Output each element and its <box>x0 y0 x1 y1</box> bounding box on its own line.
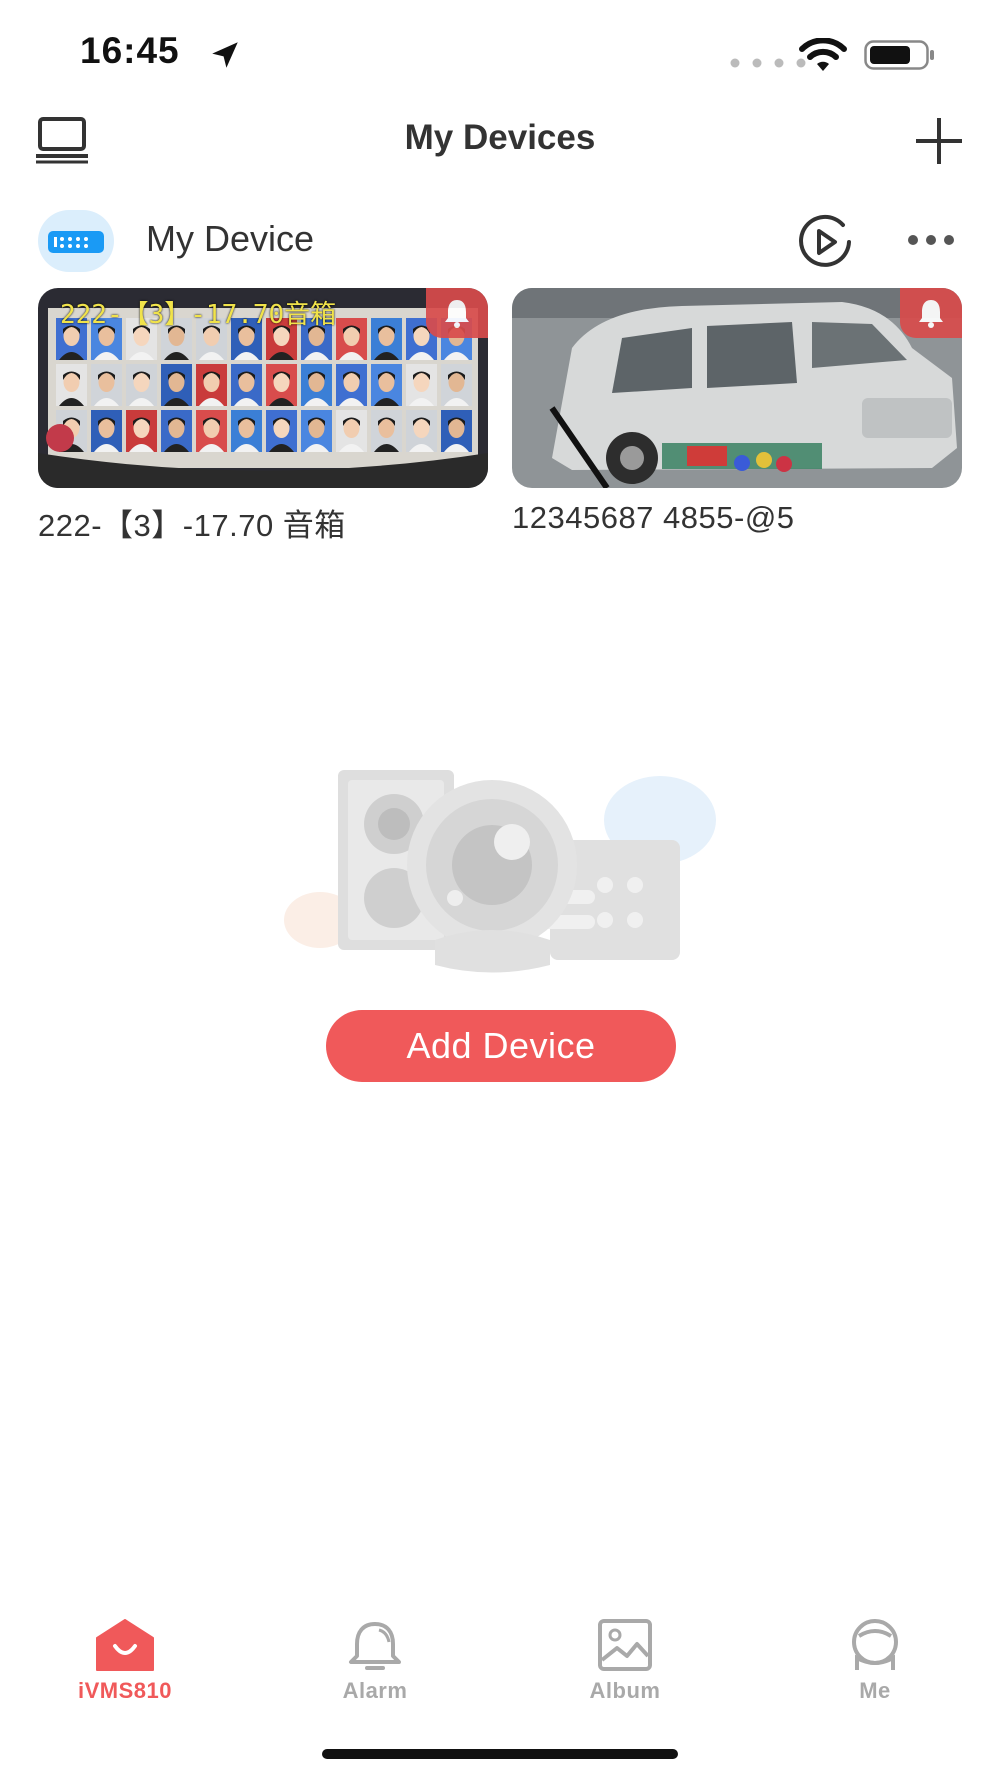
device-group-header[interactable]: My Device <box>0 205 1000 277</box>
camera-thumbnail[interactable] <box>512 288 962 488</box>
alarm-bell-icon[interactable] <box>426 288 488 338</box>
plus-icon[interactable] <box>914 116 964 166</box>
battery-icon <box>864 40 934 70</box>
tab-me[interactable]: Me <box>750 1600 1000 1720</box>
tab-label: Me <box>859 1678 891 1703</box>
tab-label: iVMS810 <box>78 1678 172 1703</box>
device-card[interactable]: 12345687 4855-@5 <box>512 288 962 536</box>
play-circle-icon[interactable] <box>796 213 854 271</box>
camera-thumbnail[interactable]: 222-【3】-17.70音箱 <box>38 288 488 488</box>
home-icon <box>96 1619 154 1671</box>
status-bar: 16:45 <box>0 0 1000 100</box>
tab-label: Album <box>589 1678 661 1703</box>
nvr-icon <box>38 210 114 272</box>
tab-bar: iVMS810 Alarm Album Me <box>0 1600 1000 1720</box>
navigation-bar: My Devices <box>0 100 1000 200</box>
alarm-bell-icon[interactable] <box>900 288 962 338</box>
tab-label: Alarm <box>342 1678 408 1703</box>
wifi-icon <box>799 38 847 71</box>
tab-ivms810[interactable]: iVMS810 <box>0 1600 250 1720</box>
location-arrow-icon <box>212 42 238 68</box>
device-name: 222-【3】-17.70 音箱 <box>38 508 346 543</box>
status-time: 16:45 <box>80 30 180 71</box>
more-dots-icon[interactable] <box>906 233 956 247</box>
group-name: My Device <box>146 218 315 259</box>
devices-illustration <box>284 770 716 973</box>
camera-osd-text: 222-【3】-17.70音箱 <box>60 300 337 330</box>
camera-preview-image <box>512 288 962 488</box>
bell-icon <box>349 1622 401 1670</box>
tab-album[interactable]: Album <box>500 1600 750 1720</box>
image-icon <box>598 1619 652 1671</box>
device-card[interactable]: 222-【3】-17.70音箱 222-【3】-17.70 音箱 <box>38 288 488 545</box>
page-title: My Devices <box>404 118 596 157</box>
user-icon <box>852 1619 898 1670</box>
tab-alarm[interactable]: Alarm <box>250 1600 500 1720</box>
home-indicator <box>322 1749 678 1759</box>
add-device-button[interactable]: Add Device <box>326 1010 676 1082</box>
device-name: 12345687 4855-@5 <box>512 500 795 535</box>
